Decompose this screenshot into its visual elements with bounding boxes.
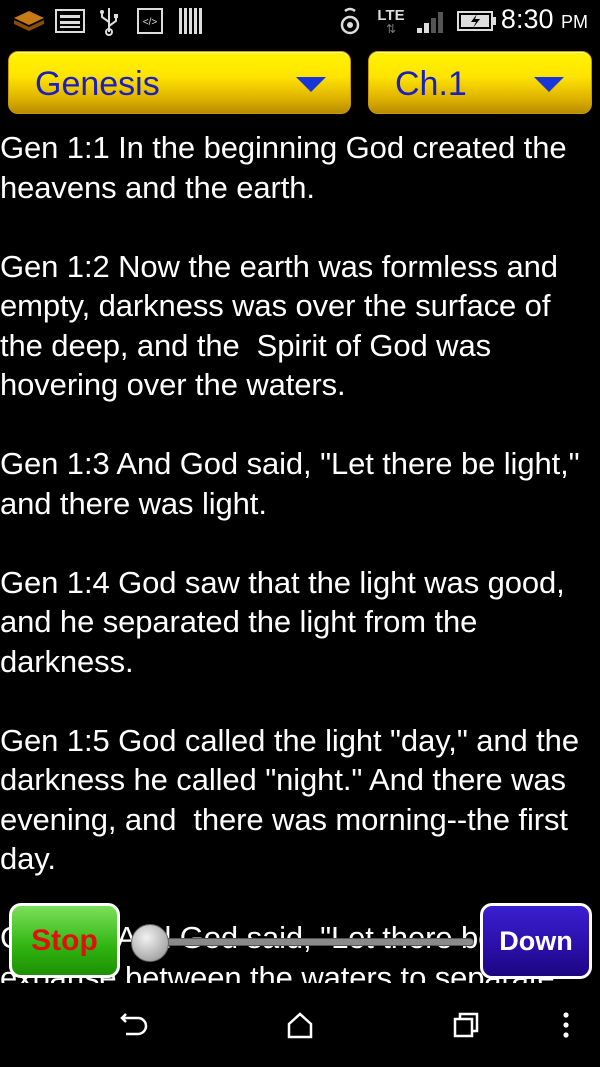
chapter-dropdown-label: Ch.1 — [395, 65, 467, 103]
clock-time: 8:30 — [500, 4, 554, 34]
recents-icon[interactable] — [446, 1005, 486, 1045]
scroll-speed-slider[interactable] — [148, 938, 474, 946]
book-dropdown[interactable]: Genesis — [8, 51, 351, 114]
stop-button[interactable]: Stop — [9, 903, 120, 978]
book-dropdown-label: Genesis — [35, 65, 160, 103]
code-icon: </> — [136, 6, 164, 36]
scroll-speed-slider-thumb[interactable] — [131, 924, 169, 962]
network-label: LTE — [377, 6, 405, 24]
network-indicator: LTE ⇅ — [374, 6, 408, 36]
back-icon[interactable] — [114, 1005, 154, 1045]
down-button-label: Down — [499, 925, 573, 956]
navigation-bar — [0, 983, 600, 1067]
stop-button-label: Stop — [31, 923, 98, 957]
usb-icon — [96, 6, 122, 36]
barcode-icon — [176, 6, 204, 36]
verse-text: Gen 1:5 God called the light "day," and … — [0, 722, 588, 877]
signal-icon — [414, 6, 450, 36]
image-icon — [54, 6, 86, 36]
home-icon[interactable] — [280, 1005, 320, 1045]
svg-text:</>: </> — [143, 17, 158, 28]
wallet-icon — [12, 6, 46, 36]
verse-text: Gen 1:1 In the beginning God created the… — [0, 130, 575, 205]
clock-ampm: PM — [561, 12, 588, 32]
verse-text: Gen 1:3 And God said, "Let there be ligh… — [0, 446, 589, 521]
nfc-icon — [336, 6, 364, 36]
chevron-down-icon — [534, 77, 564, 92]
status-bar: </> LTE ⇅ 8:30 PM — [0, 0, 600, 42]
overflow-menu-icon[interactable] — [546, 1005, 586, 1045]
chevron-down-icon — [296, 77, 326, 92]
data-arrows-icon: ⇅ — [385, 21, 397, 36]
clock: 8:30 PM — [501, 4, 588, 35]
verse-reader[interactable]: Gen 1:1 In the beginning God created the… — [0, 128, 600, 983]
down-button[interactable]: Down — [480, 903, 592, 979]
verse-text: Gen 1:4 God saw that the light was good,… — [0, 564, 574, 679]
battery-charging-icon — [456, 6, 498, 36]
chapter-dropdown[interactable]: Ch.1 — [368, 51, 592, 114]
verse-text: Gen 1:2 Now the earth was formless and e… — [0, 248, 567, 403]
